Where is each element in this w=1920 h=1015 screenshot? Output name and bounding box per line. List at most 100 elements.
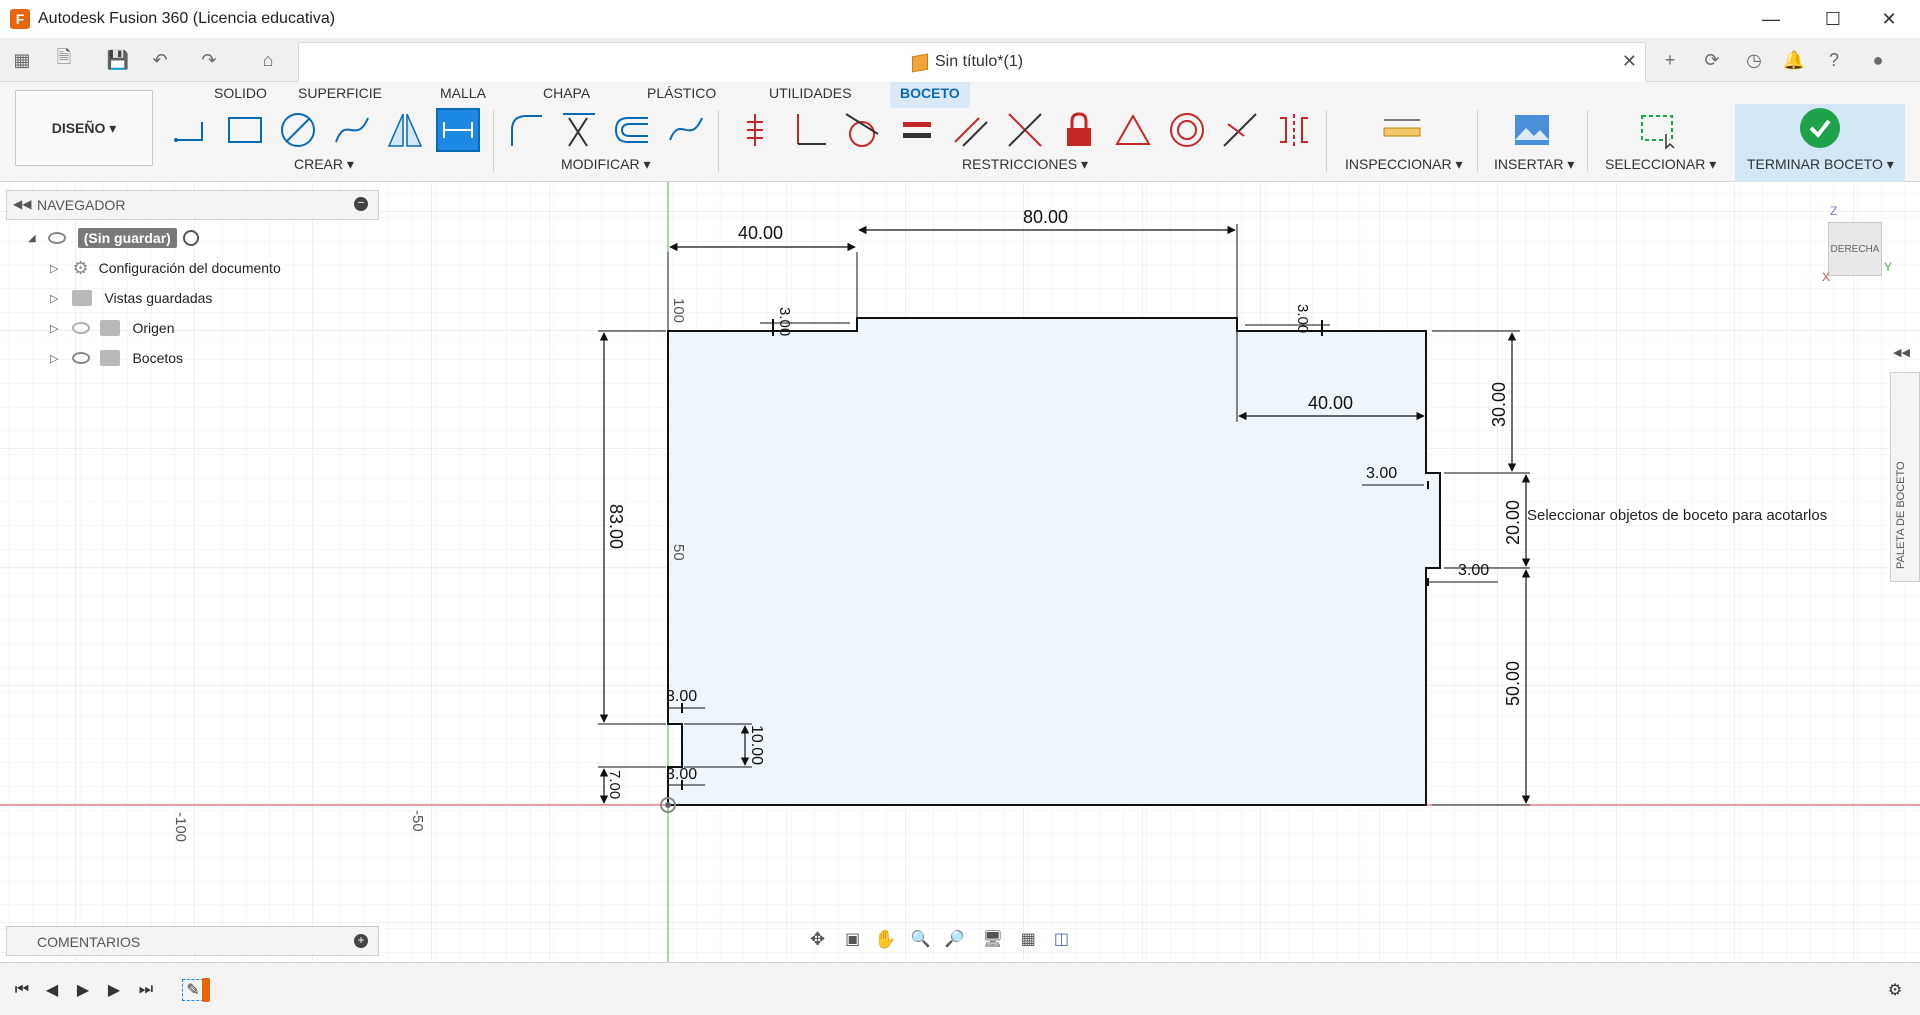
- dimension-notch-height[interactable]: 10.00: [748, 725, 765, 765]
- inspect-group-label[interactable]: INSPECCIONAR ▾: [1345, 156, 1463, 173]
- dimension-right-step[interactable]: 3.00: [1294, 304, 1311, 333]
- undo-icon[interactable]: ↶: [146, 46, 174, 74]
- insert-image-icon[interactable]: [1510, 108, 1554, 152]
- finish-sketch-area[interactable]: TERMINAR BOCETO ▾: [1735, 104, 1905, 182]
- dimension-right-top-height[interactable]: 30.00: [1489, 382, 1509, 427]
- add-comment-icon[interactable]: +: [354, 934, 368, 948]
- close-button[interactable]: ✕: [1862, 0, 1916, 38]
- mirror-tool-icon[interactable]: [383, 108, 427, 152]
- dimension-top-middle-width[interactable]: 80.00: [1023, 207, 1068, 227]
- document-tab[interactable]: Sin título*(1) ✕: [298, 42, 1646, 82]
- dimension-bottom-left-notch-top[interactable]: 3.00: [666, 688, 697, 705]
- fit-icon[interactable]: 🔎: [945, 929, 965, 949]
- trim-tool-icon[interactable]: [557, 108, 601, 152]
- home-icon[interactable]: ⌂: [254, 46, 282, 74]
- browser-minimize-icon[interactable]: −: [354, 197, 368, 211]
- equal-constraint-icon[interactable]: [895, 108, 939, 152]
- tab-utilidades[interactable]: UTILIDADES: [759, 82, 861, 108]
- go-to-start-icon[interactable]: ⏮: [11, 979, 33, 1001]
- workspace-selector[interactable]: DISEÑO ▾: [15, 90, 153, 166]
- help-icon[interactable]: ?: [1820, 46, 1848, 74]
- sync-icon[interactable]: ⟳: [1698, 46, 1726, 74]
- spline-tool-icon[interactable]: [330, 108, 374, 152]
- data-panel-icon[interactable]: ▦: [8, 46, 36, 74]
- offset-tool-icon[interactable]: [610, 108, 654, 152]
- tab-malla[interactable]: MALLA: [430, 82, 496, 108]
- dimension-left-height[interactable]: 83.00: [606, 504, 626, 549]
- expand-arrow-icon[interactable]: ▷: [50, 322, 58, 335]
- orbit-icon[interactable]: ✥: [810, 929, 825, 950]
- minimize-button[interactable]: —: [1744, 0, 1798, 38]
- go-to-end-icon[interactable]: ⏭: [135, 979, 157, 1001]
- file-menu-icon[interactable]: 🗎: [50, 46, 78, 74]
- line-tool-icon[interactable]: [170, 108, 214, 152]
- job-status-icon[interactable]: ◷: [1740, 46, 1768, 74]
- concentric-constraint-icon[interactable]: [1165, 108, 1209, 152]
- zoom-icon[interactable]: 🔍: [911, 929, 931, 949]
- tab-solido[interactable]: SOLIDO: [204, 82, 277, 108]
- create-group-label[interactable]: CREAR ▾: [294, 156, 354, 173]
- sketch-dimension-tool-icon[interactable]: [436, 108, 480, 152]
- hidden-eye-icon[interactable]: [72, 322, 91, 334]
- dimension-top-left-width[interactable]: 40.00: [738, 223, 783, 243]
- tab-plastico[interactable]: PLÁSTICO: [637, 82, 726, 108]
- perpendicular-constraint-icon[interactable]: [788, 108, 832, 152]
- expand-palette-icon[interactable]: ◀◀: [1893, 346, 1910, 359]
- save-icon[interactable]: 💾: [104, 46, 132, 74]
- sketch-profile[interactable]: [667, 317, 1441, 806]
- dimension-right-notch-bottom[interactable]: 3.00: [1458, 562, 1489, 579]
- maximize-button[interactable]: ☐: [1806, 0, 1860, 38]
- expand-arrow-icon[interactable]: ▷: [50, 292, 58, 305]
- insert-group-label[interactable]: INSERTAR ▾: [1494, 156, 1574, 173]
- redo-icon[interactable]: ↷: [195, 46, 223, 74]
- midpoint-constraint-icon[interactable]: [1218, 108, 1262, 152]
- select-window-icon[interactable]: [1636, 108, 1680, 152]
- browser-item-document-settings[interactable]: ▷ ⚙ Configuración del documento: [50, 256, 281, 280]
- view-cube[interactable]: DERECHA: [1828, 222, 1882, 276]
- tab-chapa[interactable]: CHAPA: [533, 82, 600, 108]
- constraints-group-label[interactable]: RESTRICCIONES ▾: [962, 156, 1088, 173]
- timeline-settings-icon[interactable]: ⚙: [1884, 979, 1906, 1001]
- dimension-right-bottom-height[interactable]: 50.00: [1503, 661, 1523, 706]
- pan-icon[interactable]: ✋: [874, 929, 896, 950]
- step-back-icon[interactable]: ◀: [41, 979, 63, 1001]
- browser-item-origin[interactable]: ▷ Origen: [50, 316, 175, 340]
- tab-boceto[interactable]: BOCETO: [890, 82, 970, 108]
- timeline-marker[interactable]: [202, 978, 210, 1002]
- spline-modify-icon[interactable]: [664, 108, 708, 152]
- fix-constraint-icon[interactable]: [733, 108, 777, 152]
- browser-root[interactable]: ◢ (Sin guardar): [28, 226, 199, 250]
- activate-radio-icon[interactable]: [182, 230, 199, 246]
- lock-constraint-icon[interactable]: [1057, 108, 1101, 152]
- collapse-browser-icon[interactable]: ◀◀: [13, 197, 31, 211]
- dimension-bottom-left-notch-bottom[interactable]: 3.00: [666, 766, 697, 783]
- sketch-palette-label[interactable]: PALETA DE BOCETO: [1895, 461, 1907, 569]
- expand-arrow-icon[interactable]: ▷: [50, 262, 58, 275]
- finish-sketch-check-icon[interactable]: [1800, 108, 1840, 148]
- measure-tool-icon[interactable]: [1380, 108, 1424, 152]
- parallel-constraint-icon[interactable]: [949, 108, 993, 152]
- dimension-right-middle-height[interactable]: 20.00: [1503, 500, 1523, 545]
- circle-tool-icon[interactable]: [276, 108, 320, 152]
- browser-item-saved-views[interactable]: ▷ Vistas guardadas: [50, 286, 212, 310]
- expand-arrow-icon[interactable]: ◢: [28, 233, 36, 244]
- rectangle-tool-icon[interactable]: [223, 108, 267, 152]
- dimension-bottom-left-height[interactable]: 7.00: [606, 770, 623, 799]
- dimension-right-notch-top[interactable]: 3.00: [1366, 465, 1397, 482]
- timeline-sketch-feature-icon[interactable]: ✎: [182, 979, 204, 1001]
- document-tab-close-icon[interactable]: ✕: [1622, 51, 1637, 72]
- grid-settings-icon[interactable]: ▦: [1021, 929, 1036, 949]
- triangle-constraint-icon[interactable]: [1111, 108, 1155, 152]
- browser-item-sketches[interactable]: ▷ Bocetos: [50, 346, 183, 370]
- new-tab-icon[interactable]: +: [1656, 46, 1684, 74]
- tangent-constraint-icon[interactable]: [840, 108, 884, 152]
- look-at-icon[interactable]: ▣: [845, 929, 860, 949]
- finish-sketch-label[interactable]: TERMINAR BOCETO ▾: [1747, 156, 1894, 173]
- sketch-svg[interactable]: 40.00 80.00 40.00 3.00 3.00 83.00 7.00 1…: [0, 182, 1920, 962]
- sketch-canvas[interactable]: 40.00 80.00 40.00 3.00 3.00 83.00 7.00 1…: [0, 182, 1920, 962]
- view-cube-face-label[interactable]: DERECHA: [1831, 244, 1880, 255]
- viewports-icon[interactable]: ◫: [1054, 929, 1069, 949]
- dimension-left-step[interactable]: 3.00: [776, 307, 793, 336]
- symmetry-constraint-icon[interactable]: [1272, 108, 1316, 152]
- visibility-eye-icon[interactable]: [72, 352, 91, 364]
